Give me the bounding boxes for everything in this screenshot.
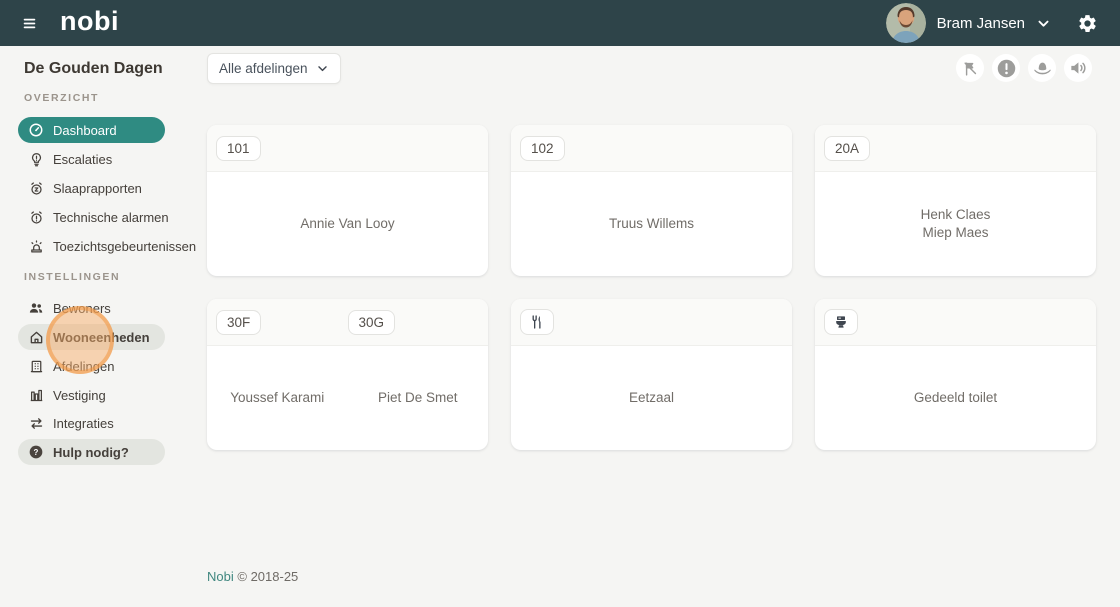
users-icon: [28, 300, 44, 316]
page-title: De Gouden Dagen: [24, 60, 163, 77]
gauge-icon: [28, 122, 44, 138]
room-number-badge: 101: [216, 135, 261, 161]
room-card-grid: 101 Annie Van Looy 102 Truus Willems 20A…: [207, 125, 1096, 450]
alert-circle-icon[interactable]: [992, 54, 1020, 82]
sidebar-item-label: Wooneenheden: [53, 329, 150, 345]
sidebar-item-label: Vestiging: [53, 387, 106, 403]
sidebar-item-bewoners[interactable]: Bewoners: [18, 295, 165, 321]
sidebar-item-toezichtsgebeurtenissen[interactable]: Toezichtsgebeurtenissen: [18, 233, 196, 259]
resident-name: Youssef Karami: [230, 390, 325, 405]
card-header: 20A: [815, 125, 1096, 172]
siren-icon: [28, 238, 44, 254]
card-header: 30F 30G: [207, 299, 488, 346]
room-card-20a[interactable]: 20A Henk Claes Miep Maes: [815, 125, 1096, 276]
room-name: Gedeeld toilet: [913, 390, 998, 405]
room-card-eetzaal[interactable]: Eetzaal: [511, 299, 792, 450]
volume-icon[interactable]: [1064, 54, 1092, 82]
sidebar-item-vestiging[interactable]: Vestiging: [18, 382, 165, 408]
factory-icon: [28, 387, 44, 403]
resident-name: Miep Maes: [922, 224, 989, 240]
department-filter-value: Alle afdelingen: [219, 61, 308, 76]
department-filter-select[interactable]: Alle afdelingen: [207, 53, 341, 84]
room-card-gedeeld-toilet[interactable]: Gedeeld toilet: [815, 299, 1096, 450]
sidebar-item-slaaprapporten[interactable]: Slaaprapporten: [18, 175, 165, 201]
card-header: 102: [511, 125, 792, 172]
flag-off-icon[interactable]: [956, 54, 984, 82]
card-header-half: 30F: [216, 309, 348, 335]
user-avatar[interactable]: [885, 3, 926, 43]
chevron-down-icon: [318, 66, 327, 72]
top-bar: nobi Bram Jansen: [0, 0, 1120, 46]
nobi-logo[interactable]: nobi: [60, 7, 119, 35]
building-icon: [28, 358, 44, 374]
sidebar-item-label: Dashboard: [53, 122, 117, 138]
swap-arrows-icon: [28, 415, 44, 431]
chevron-down-icon[interactable]: [1036, 16, 1051, 31]
alarm-sleep-icon: [28, 180, 44, 196]
sidebar-item-hulp-nodig[interactable]: ? Hulp nodig?: [18, 439, 165, 465]
room-number-badge: 102: [520, 135, 565, 161]
room-number-badge: 20A: [824, 135, 871, 161]
room-card-102[interactable]: 102 Truus Willems: [511, 125, 792, 276]
sidebar-item-dashboard[interactable]: Dashboard: [18, 117, 165, 143]
sidebar-section-overzicht: OVERZICHT: [24, 92, 100, 104]
card-header-half: 30G: [347, 309, 480, 335]
action-icon-row: [956, 54, 1092, 82]
footer-copyright: © 2018-25: [237, 569, 299, 584]
home-icon: [28, 329, 44, 345]
room-number-badge: 30G: [347, 309, 396, 335]
sidebar-item-escalaties[interactable]: Escalaties: [18, 146, 165, 172]
room-number-badge: 30F: [216, 309, 262, 335]
sidebar-item-label: Technische alarmen: [53, 209, 169, 225]
sidebar-item-wooneenheden[interactable]: Wooneenheden: [18, 324, 165, 350]
room-name: Eetzaal: [628, 390, 675, 405]
resident-name: Truus Willems: [608, 216, 694, 231]
help-circle-icon: ?: [28, 444, 44, 460]
sidebar-item-label: Hulp nodig?: [53, 444, 129, 460]
card-body: Henk Claes Miep Maes: [815, 172, 1096, 275]
sidebar-item-label: Afdelingen: [53, 358, 115, 374]
utensils-icon: [520, 309, 554, 335]
card-header: 101: [207, 125, 488, 172]
app-window: nobi Bram Jansen De Gouden Dagen Alle af…: [0, 0, 1120, 607]
svg-text:?: ?: [34, 448, 39, 457]
card-header: [815, 299, 1096, 346]
room-card-101[interactable]: 101 Annie Van Looy: [207, 125, 488, 276]
resident-name: Henk Claes: [920, 206, 991, 222]
gear-icon[interactable]: [1076, 12, 1098, 34]
sidebar-item-label: Bewoners: [53, 300, 111, 316]
hat-icon[interactable]: [1028, 54, 1056, 82]
sidebar-item-afdelingen[interactable]: Afdelingen: [18, 353, 165, 379]
card-body: Youssef Karami Piet De Smet: [207, 346, 488, 449]
footer-brand-link[interactable]: Nobi: [207, 569, 234, 584]
sidebar-section-instellingen: INSTELLINGEN: [24, 271, 121, 283]
user-name[interactable]: Bram Jansen: [937, 15, 1025, 32]
topbar-right-group: Bram Jansen: [885, 3, 1098, 43]
sidebar-item-label: Toezichtsgebeurtenissen: [53, 238, 197, 254]
sidebar-item-label: Slaaprapporten: [53, 180, 142, 196]
sidebar-item-label: Escalaties: [53, 151, 113, 167]
sidebar-item-label: Integraties: [53, 415, 114, 431]
toilet-icon: [824, 309, 858, 335]
room-card-30f-30g[interactable]: 30F 30G Youssef Karami Piet De Smet: [207, 299, 488, 450]
sidebar-item-integraties[interactable]: Integraties: [18, 410, 165, 436]
bulb-alert-icon: [28, 151, 44, 167]
resident-name: Piet De Smet: [377, 390, 458, 405]
sidebar-item-technische-alarmen[interactable]: Technische alarmen: [18, 204, 169, 230]
resident-name: Annie Van Looy: [300, 216, 395, 231]
card-header: [511, 299, 792, 346]
alarm-alert-icon: [28, 209, 44, 225]
footer: Nobi © 2018-25: [207, 569, 298, 584]
hamburger-menu-icon[interactable]: [18, 12, 40, 34]
